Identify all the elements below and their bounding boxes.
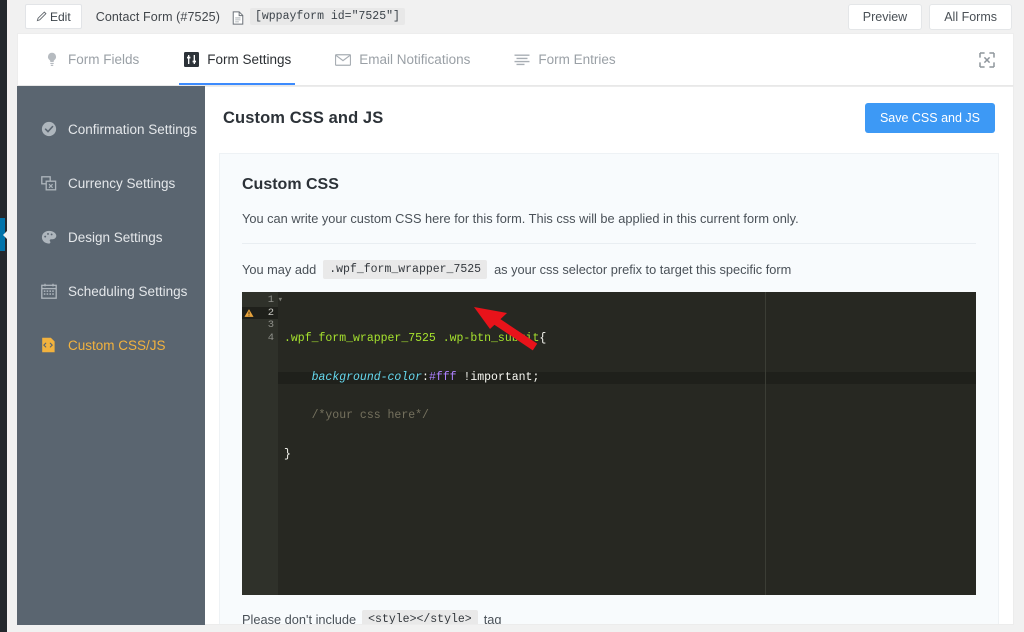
sidebar-item-label: Confirmation Settings: [68, 121, 198, 137]
tab-form-entries[interactable]: Form Entries: [492, 34, 637, 85]
code-file-icon: [40, 337, 57, 353]
sidebar-item-confirmation-settings[interactable]: Confirmation Settings: [17, 102, 205, 156]
content-split: Confirmation Settings Currency Settings: [17, 86, 1014, 625]
line-number: 1: [267, 294, 274, 306]
save-css-and-js-button[interactable]: Save CSS and JS: [864, 103, 995, 133]
wp-admin-sidebar-rail[interactable]: [0, 0, 8, 632]
sidebar-item-scheduling-settings[interactable]: Scheduling Settings: [17, 264, 205, 318]
code-token: /*your css here*/: [284, 409, 429, 423]
form-title: Contact Form (#7525): [95, 9, 220, 24]
code-token: !important: [456, 370, 533, 384]
tab-label: Form Entries: [538, 52, 616, 67]
code-token: }: [284, 447, 291, 461]
tab-label: Form Fields: [68, 52, 140, 67]
sidebar-item-label: Custom CSS/JS: [68, 337, 166, 353]
tab-form-fields[interactable]: Form Fields: [18, 34, 161, 85]
currency-icon: [40, 175, 57, 191]
code-token: {: [539, 332, 547, 345]
custom-css-card: Custom CSS You can write your custom CSS…: [219, 153, 999, 625]
css-prefix-hint: You may add .wpf_form_wrapper_7525 as yo…: [242, 244, 976, 292]
style-note-post: tag: [483, 612, 502, 625]
all-forms-button[interactable]: All Forms: [929, 3, 1012, 30]
topbar-actions: Preview All Forms: [847, 3, 1012, 30]
lightbulb-icon: [44, 52, 60, 67]
editor-code-area[interactable]: .wpf_form_wrapper_7525 .wp-btn_submit{ b…: [278, 292, 976, 595]
style-tag-note: Please don't include <style></style> tag: [242, 595, 976, 625]
expand-arrows-icon[interactable]: [961, 34, 1013, 85]
tab-label: Form Settings: [207, 52, 292, 67]
code-token: ;: [532, 370, 540, 384]
gutter-line-number: 2: [242, 306, 278, 320]
tab-bar: Form Fields Form Settings Email Notifica…: [17, 33, 1014, 86]
sidebar-item-label: Currency Settings: [68, 175, 176, 191]
gutter-line-number: 3: [242, 319, 278, 332]
gutter-line-number: 1 ▾: [242, 294, 283, 307]
preview-button[interactable]: Preview: [847, 3, 923, 30]
code-line: }: [278, 447, 976, 462]
line-number: 3: [267, 319, 274, 332]
sidebar-item-design-settings[interactable]: Design Settings: [17, 210, 205, 264]
page-title: Custom CSS and JS: [223, 108, 384, 127]
pencil-icon: [36, 11, 47, 22]
palette-icon: [40, 230, 57, 245]
edit-button[interactable]: Edit: [25, 4, 82, 29]
line-number: 2: [267, 306, 274, 319]
calendar-icon: [40, 283, 57, 299]
document-icon: [232, 10, 244, 25]
css-prefix-post: as your css selector prefix to target th…: [494, 262, 792, 277]
edit-button-label: Edit: [50, 9, 71, 24]
code-token: .wpf_form_wrapper_7525 .wp-btn_submit: [284, 332, 540, 345]
tab-label: Email Notifications: [359, 52, 471, 67]
code-line: .wpf_form_wrapper_7525 .wp-btn_submit{: [278, 332, 976, 346]
css-prefix-code: .wpf_form_wrapper_7525: [323, 260, 488, 279]
style-note-code: <style></style>: [362, 610, 478, 624]
wp-admin-active-menu-indicator: [0, 218, 8, 251]
tab-email-notifications[interactable]: Email Notifications: [313, 34, 492, 85]
settings-sidebar: Confirmation Settings Currency Settings: [17, 86, 205, 625]
check-circle-icon: [40, 121, 57, 137]
sliders-icon: [183, 52, 199, 67]
topbar: Edit Contact Form (#7525) [wppayform id=…: [7, 0, 1024, 33]
custom-css-description: You can write your custom CSS here for t…: [242, 211, 976, 244]
tab-form-settings[interactable]: Form Settings: [161, 34, 313, 85]
envelope-icon: [335, 53, 352, 66]
code-token: :: [422, 370, 429, 384]
sidebar-item-custom-css-js[interactable]: Custom CSS/JS: [17, 318, 205, 372]
sidebar-item-currency-settings[interactable]: Currency Settings: [17, 156, 205, 210]
editor-print-margin: [765, 292, 766, 595]
style-note-pre: Please don't include: [242, 612, 357, 625]
shortcode-text[interactable]: [wppayform id="7525"]: [249, 8, 405, 25]
panel-header: Custom CSS and JS Save CSS and JS: [205, 87, 1013, 149]
code-token: background-color: [311, 370, 423, 384]
gutter-line-number: 4: [242, 332, 278, 345]
css-prefix-pre: You may add: [242, 262, 317, 277]
editor-gutter: 1 ▾ 2 3 4: [242, 292, 283, 595]
page-wrapper: Edit Contact Form (#7525) [wppayform id=…: [7, 0, 1024, 632]
code-line: /*your css here*/: [278, 409, 976, 423]
code-line: background-color:#fff !important;: [278, 370, 976, 385]
css-code-editor[interactable]: 1 ▾ 2 3 4 .wpf_form_wrapper_7525 .wp-btn…: [242, 292, 976, 595]
sidebar-item-label: Scheduling Settings: [68, 283, 188, 299]
line-number: 4: [267, 331, 274, 344]
list-icon: [514, 54, 530, 66]
custom-css-heading: Custom CSS: [242, 176, 339, 193]
code-token: #fff: [428, 370, 457, 384]
main-panel: Custom CSS and JS Save CSS and JS Custom…: [205, 86, 1014, 625]
sidebar-item-label: Design Settings: [68, 229, 163, 245]
